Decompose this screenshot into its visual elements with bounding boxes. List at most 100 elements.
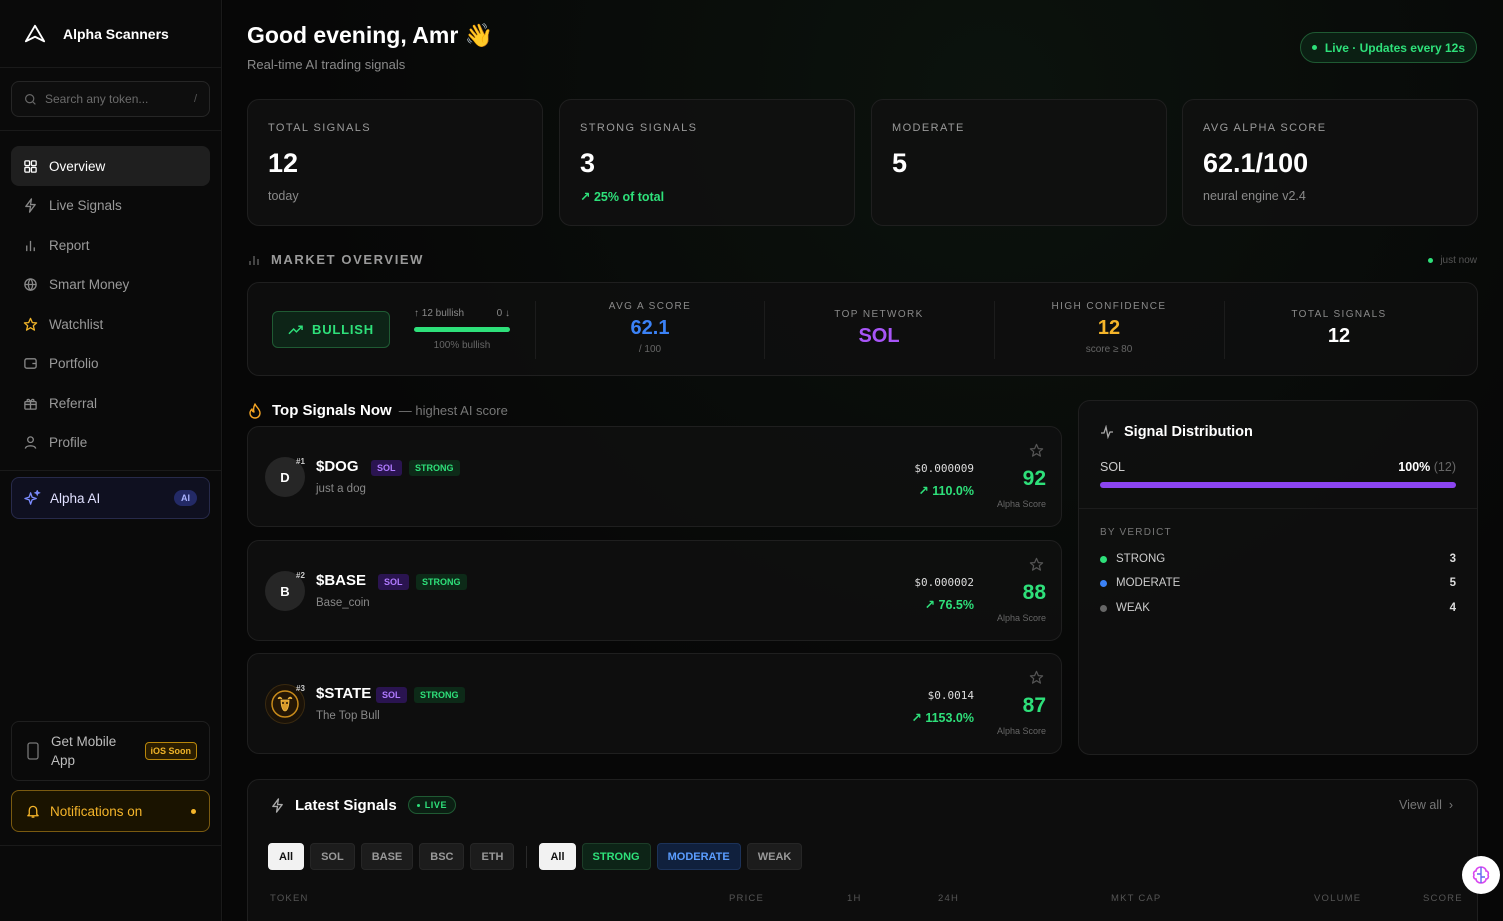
filter-chain-eth[interactable]: ETH xyxy=(470,843,515,870)
chain-progress-fill xyxy=(1100,482,1456,488)
filter-verdict-all[interactable]: All xyxy=(539,843,576,870)
app-name: Alpha Scanners xyxy=(63,25,169,42)
sidebar: Alpha Scanners / Overview Live Signals R… xyxy=(0,0,222,921)
star-icon[interactable] xyxy=(1029,443,1044,458)
nav-item-profile[interactable]: Profile xyxy=(11,423,210,463)
filter-chain-bsc[interactable]: BSC xyxy=(419,843,465,870)
column-header-score[interactable]: SCORE xyxy=(1423,893,1463,904)
verdict-badge: STRONG xyxy=(414,687,465,703)
filter-verdict-moderate[interactable]: MODERATE xyxy=(656,843,741,870)
mobile-label: Get Mobile App xyxy=(51,734,117,768)
signal-card[interactable]: D #1 $DOG SOL STRONG just a dog $0.00000… xyxy=(247,426,1062,527)
search-icon xyxy=(25,93,36,105)
top-network-metric: TOP NETWORK SOL xyxy=(764,283,994,375)
column-header-1h[interactable]: 1H xyxy=(847,893,862,904)
chain-name: SOL xyxy=(1100,460,1126,474)
metric-label: HIGH CONFIDENCE xyxy=(1051,301,1167,312)
stat-value: 62.1/100 xyxy=(1203,148,1309,178)
wallet-icon xyxy=(24,358,37,369)
divider xyxy=(0,845,222,846)
stat-card-moderate: MODERATE 5 xyxy=(871,99,1167,226)
alpha-ai-button[interactable]: Alpha AI AI xyxy=(11,477,210,519)
column-header-price[interactable]: PRICE xyxy=(729,893,764,904)
main-content: Good evening, Amr 👋 Real-time AI trading… xyxy=(223,0,1503,921)
metric-value: 12 xyxy=(1097,317,1121,339)
stat-sub: today xyxy=(268,189,299,203)
globe-icon xyxy=(24,278,37,292)
updated-indicator: just now xyxy=(1428,255,1477,266)
search-box[interactable]: / xyxy=(11,81,210,117)
user-icon xyxy=(24,436,37,449)
column-header-24h[interactable]: 24H xyxy=(938,893,959,904)
filter-chain-all[interactable]: All xyxy=(268,843,305,870)
notifications-toggle[interactable]: Notifications on xyxy=(11,790,210,832)
brain-icon xyxy=(1472,866,1490,884)
column-header-volume[interactable]: VOLUME xyxy=(1314,893,1361,904)
sentiment-label: BULLISH xyxy=(312,322,374,337)
signal-card[interactable]: B #2 $BASE SOL STRONG Base_coin $0.00000… xyxy=(247,540,1062,641)
verdict-count: 3 xyxy=(1449,553,1456,565)
stat-label: STRONG SIGNALS xyxy=(580,122,698,134)
stat-label: AVG ALPHA SCORE xyxy=(1203,122,1327,134)
panel-title: Signal Distribution xyxy=(1100,424,1253,440)
signal-card[interactable]: #3 $STATE SOL STRONG The Top Bull $0.001… xyxy=(247,653,1062,754)
nav-item-report[interactable]: Report xyxy=(11,225,210,265)
updated-text: just now xyxy=(1440,255,1477,266)
filter-chain-sol[interactable]: SOL xyxy=(310,843,355,870)
get-mobile-app-button[interactable]: Get Mobile App iOS Soon xyxy=(11,721,210,781)
stat-card-avg-alpha-score: AVG ALPHA SCORE 62.1/100 neural engine v… xyxy=(1182,99,1478,226)
market-overview-panel: BULLISH ↑ 12 bullish 0 ↓ 100% bullish AV… xyxy=(247,282,1478,376)
token-symbol: $STATE xyxy=(316,685,372,702)
alpha-score-label: Alpha Score xyxy=(996,613,1046,623)
filter-chain-base[interactable]: BASE xyxy=(360,843,414,870)
bullish-progress-bar xyxy=(414,327,510,332)
stat-card-total-signals: TOTAL SIGNALS 12 today xyxy=(247,99,543,226)
metric-sub: score ≥ 80 xyxy=(1085,344,1133,355)
nav-label: Report xyxy=(49,237,90,253)
filter-verdict-strong[interactable]: STRONG xyxy=(581,843,651,870)
filter-verdict-weak[interactable]: WEAK xyxy=(746,843,803,870)
page-subtitle: Real-time AI trading signals xyxy=(247,57,406,72)
phone-icon xyxy=(27,742,39,760)
grid-icon xyxy=(24,159,37,173)
live-badge: LIVE xyxy=(407,796,457,814)
filter-separator xyxy=(526,845,528,868)
bull-logo-icon xyxy=(271,690,299,718)
ai-assistant-button[interactable] xyxy=(1462,856,1500,894)
chain-percent: 100% (12) xyxy=(1398,460,1456,474)
verdict-badge: STRONG xyxy=(409,460,460,476)
high-confidence-metric: HIGH CONFIDENCE 12 score ≥ 80 xyxy=(994,283,1224,375)
nav-label: Referral xyxy=(49,395,98,411)
nav-item-overview[interactable]: Overview xyxy=(11,146,210,186)
signal-distribution-panel: Signal Distribution SOL 100% (12) BY VER… xyxy=(1078,400,1478,755)
top-signals-heading: Top Signals Now — highest AI score xyxy=(248,402,508,419)
star-icon xyxy=(23,317,38,331)
verdict-row-weak: WEAK 4 xyxy=(1100,602,1456,614)
nav-item-referral[interactable]: Referral xyxy=(11,383,210,423)
token-symbol: $BASE xyxy=(316,572,367,589)
column-header-mkt-cap[interactable]: MKT CAP xyxy=(1111,893,1161,904)
rank-label: #1 xyxy=(296,457,305,466)
nav-item-live-signals[interactable]: Live Signals xyxy=(11,186,210,226)
star-icon[interactable] xyxy=(1029,557,1044,572)
alpha-score: 92 xyxy=(1022,467,1046,490)
sentiment-badge[interactable]: BULLISH xyxy=(272,311,390,348)
chain-distribution-row: SOL 100% (12) xyxy=(1100,460,1456,474)
chain-progress-bar xyxy=(1100,482,1456,488)
view-all-link[interactable]: View all › xyxy=(1399,798,1453,812)
bullish-progress-fill xyxy=(414,327,510,332)
column-header-token[interactable]: TOKEN xyxy=(270,893,309,904)
chain-badge: SOL xyxy=(378,574,409,590)
nav-menu: Overview Live Signals Report Smart Money… xyxy=(11,146,210,462)
bar-chart-icon xyxy=(26,240,35,251)
star-icon[interactable] xyxy=(1029,670,1044,685)
alpha-score: 88 xyxy=(1022,581,1046,604)
nav-item-smart-money[interactable]: Smart Money xyxy=(11,265,210,305)
search-input[interactable] xyxy=(45,92,185,106)
bullish-ratio: ↑ 12 bullish 0 ↓ 100% bullish xyxy=(414,308,510,351)
flame-icon xyxy=(249,402,261,419)
nav-item-watchlist[interactable]: Watchlist xyxy=(11,304,210,344)
alpha-score-label: Alpha Score xyxy=(996,499,1046,509)
brand[interactable]: Alpha Scanners xyxy=(0,0,221,68)
nav-item-portfolio[interactable]: Portfolio xyxy=(11,344,210,384)
